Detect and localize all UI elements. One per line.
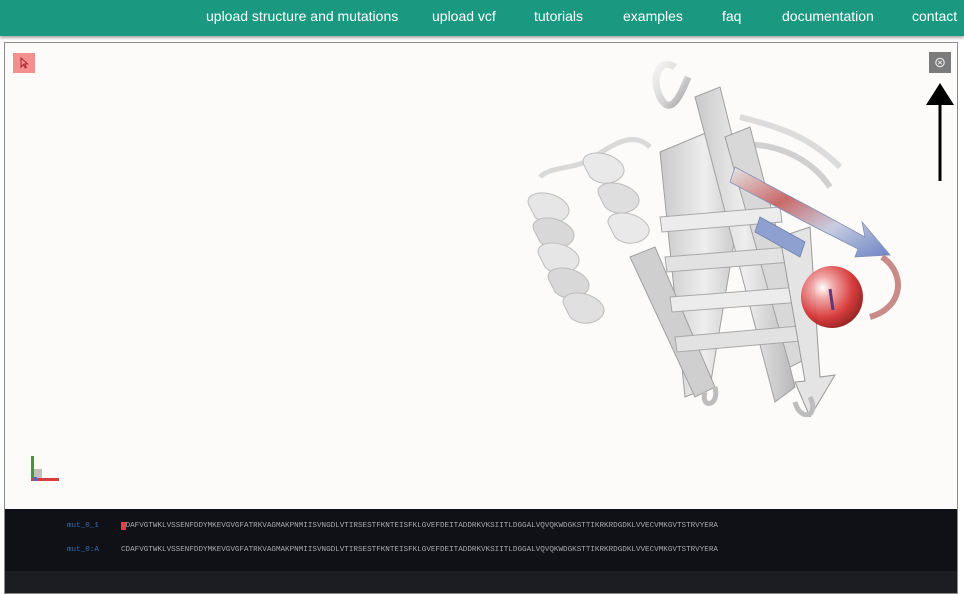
selection-mode-button[interactable] [13,53,35,73]
cursor-icon [20,56,29,69]
expand-icon [935,57,945,68]
axes-gizmo [31,456,59,481]
sequence-rows: mut_0_1 CDAFVGTWKLVSSENFDDYMKEVGVGFATRKV… [5,509,957,571]
sequence-panel: mut_0_1 CDAFVGTWKLVSSENFDDYMKEVGVGFATRKV… [5,509,957,593]
expand-viewer-button[interactable] [929,52,951,73]
sequence-text[interactable]: CDAFVGTWKLVSSENFDDYMKEVGVGFATRKVAGMAKPNM… [121,522,718,530]
nav-upload-vcf[interactable]: upload vcf [432,0,496,32]
nav-documentation[interactable]: documentation [782,0,874,32]
sequence-residues: CDAFVGTWKLVSSENFDDYMKEVGVGFATRKVAGMAKPNM… [121,546,718,554]
sequence-text[interactable]: CDAFVGTWKLVSSENFDDYMKEVGVGFATRKVAGMAKPNM… [121,546,718,554]
arrow-up-icon [926,83,954,181]
sequence-residues: DAFVGTWKLVSSENFDDYMKEVGVGFATRKVAGMAKPNMI… [125,522,718,530]
nav-faq[interactable]: faq [722,0,741,32]
sequence-label: mut_0_1 [67,522,99,530]
nav-tutorials[interactable]: tutorials [534,0,583,32]
nav-contact[interactable]: contact [912,0,957,32]
nav-upload-structure[interactable]: upload structure and mutations [206,0,398,32]
protein-structure-render [527,61,901,417]
sequence-label: mut_0:A [67,546,99,554]
structure-viewer[interactable]: mut_0_1 CDAFVGTWKLVSSENFDDYMKEVGVGFATRKV… [4,42,958,594]
nav-examples[interactable]: examples [623,0,683,32]
top-navigation-bar: upload structure and mutations upload vc… [0,0,964,36]
